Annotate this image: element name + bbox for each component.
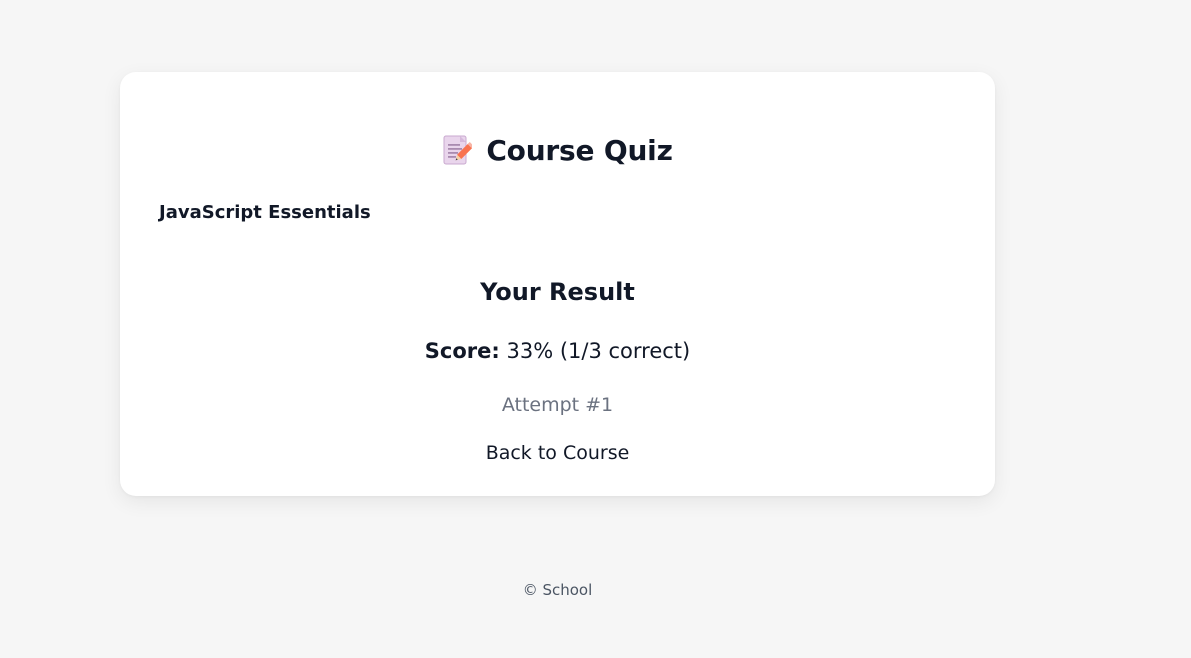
- quiz-title-text: Course Quiz: [486, 133, 673, 167]
- result-heading: Your Result: [480, 278, 635, 306]
- course-name: JavaScript Essentials: [159, 202, 371, 223]
- back-to-course-link[interactable]: Back to Course: [486, 442, 630, 464]
- page-title: Course Quiz: [120, 130, 995, 170]
- memo-document-icon: [442, 134, 473, 166]
- score-line: Score: 33% (1/3 correct): [120, 339, 995, 363]
- attempt-number: Attempt #1: [501, 394, 614, 416]
- score-label: Score:: [424, 339, 500, 363]
- quiz-result-card: Course Quiz JavaScript Essentials Your R…: [120, 72, 995, 496]
- back-link-container: Back to Course: [120, 442, 995, 464]
- score-value: 33% (1/3 correct): [506, 339, 691, 363]
- footer-copyright: © School: [522, 581, 593, 599]
